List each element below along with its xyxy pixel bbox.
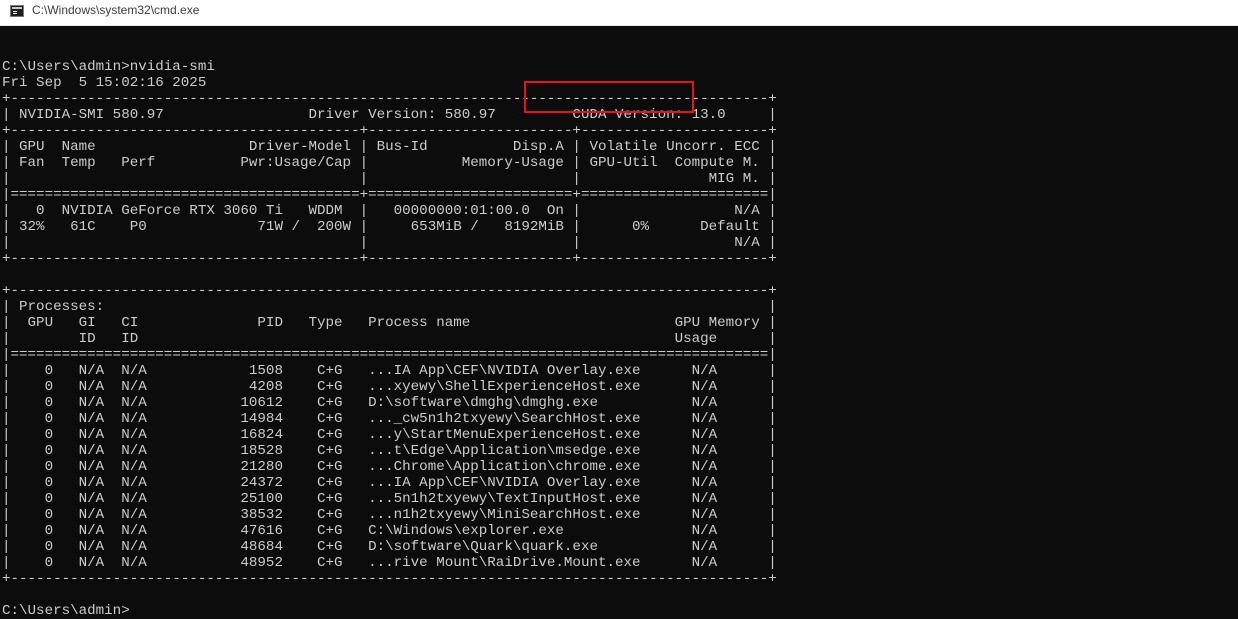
console-line: | 0 N/A N/A 10612 C+G D:\software\dmghg\…	[2, 395, 777, 411]
console-line: +---------------------------------------…	[2, 283, 777, 299]
console-line: |=======================================…	[2, 187, 777, 203]
console-line: | 32% 61C P0 71W / 200W | 653MiB / 8192M…	[2, 219, 777, 235]
window-title: C:\Windows\system32\cmd.exe	[32, 3, 200, 17]
console-line: +---------------------------------------…	[2, 91, 777, 107]
console-line: Fri Sep 5 15:02:16 2025	[2, 75, 207, 91]
console-line: | 0 N/A N/A 24372 C+G ...IA App\CEF\NVID…	[2, 475, 777, 491]
console-line: | 0 N/A N/A 47616 C+G C:\Windows\explore…	[2, 523, 777, 539]
console-line: +---------------------------------------…	[2, 571, 777, 587]
console-line: C:\Users\admin>nvidia-smi	[2, 59, 215, 75]
console-line: | 0 N/A N/A 48684 C+G D:\software\Quark\…	[2, 539, 777, 555]
console-line: | 0 N/A N/A 4208 C+G ...xyewy\ShellExper…	[2, 379, 777, 395]
console-line: | | | N/A |	[2, 235, 777, 251]
console-line: | GPU Name Driver-Model | Bus-Id Disp.A …	[2, 139, 777, 155]
console-line: | 0 NVIDIA GeForce RTX 3060 Ti WDDM | 00…	[2, 203, 777, 219]
console-line: | 0 N/A N/A 48952 C+G ...rive Mount\RaiD…	[2, 555, 777, 571]
console-line: |=======================================…	[2, 347, 777, 363]
console-line: | Processes: |	[2, 299, 777, 315]
console-line: | NVIDIA-SMI 580.97 Driver Version: 580.…	[2, 107, 777, 123]
console-line: | 0 N/A N/A 25100 C+G ...5n1h2txyewy\Tex…	[2, 491, 777, 507]
console-line: +---------------------------------------…	[2, 123, 777, 139]
console-line: | 0 N/A N/A 18528 C+G ...t\Edge\Applicat…	[2, 443, 777, 459]
console-line: | 0 N/A N/A 14984 C+G ..._cw5n1h2txyewy\…	[2, 411, 777, 427]
console-line: | 0 N/A N/A 1508 C+G ...IA App\CEF\NVIDI…	[2, 363, 777, 379]
console-line: | 0 N/A N/A 21280 C+G ...Chrome\Applicat…	[2, 459, 777, 475]
cmd-window: C:\Windows\system32\cmd.exe C:\Users\adm…	[0, 0, 1238, 619]
console-line: | GPU GI CI PID Type Process name GPU Me…	[2, 315, 777, 331]
console-line: | ID ID Usage |	[2, 331, 777, 347]
title-bar[interactable]: C:\Windows\system32\cmd.exe	[0, 0, 1238, 26]
console-line: +---------------------------------------…	[2, 251, 777, 267]
console-line: | 0 N/A N/A 16824 C+G ...y\StartMenuExpe…	[2, 427, 777, 443]
console-icon[interactable]	[10, 5, 24, 17]
console-line: | | | MIG M. |	[2, 171, 777, 187]
console-line: | 0 N/A N/A 38532 C+G ...n1h2txyewy\Mini…	[2, 507, 777, 523]
console-output[interactable]: C:\Users\admin>nvidia-smi Fri Sep 5 15:02…	[2, 43, 777, 619]
console-line: | Fan Temp Perf Pwr:Usage/Cap | Memory-U…	[2, 155, 777, 171]
console-line: C:\Users\admin>	[2, 603, 130, 619]
